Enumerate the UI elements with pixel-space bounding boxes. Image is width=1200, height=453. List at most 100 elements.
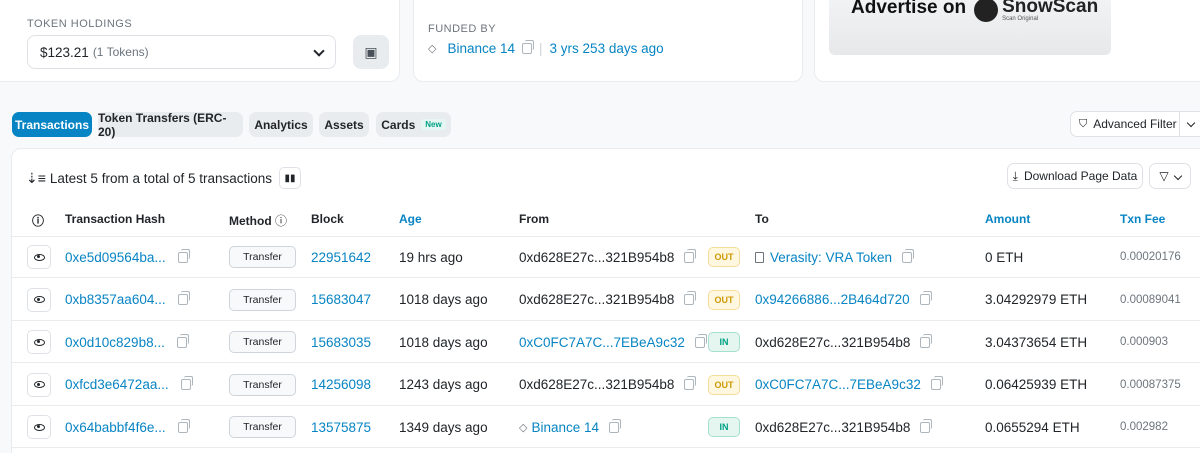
table-row: 0xe5d09564ba... Transfer 22951642 19 hrs ag… [12, 236, 1200, 278]
multichain-portfolio-button[interactable]: ▣ [353, 35, 389, 69]
contract-icon [755, 251, 764, 263]
copy-icon[interactable] [684, 291, 697, 305]
from-address[interactable]: Binance 14 [531, 420, 599, 435]
binance-icon: ◇ [428, 43, 437, 55]
chevron-down-icon [313, 45, 325, 57]
view-details-button[interactable] [27, 245, 51, 269]
copy-icon[interactable] [902, 248, 915, 263]
help-icon[interactable]: ⓘ [275, 214, 287, 228]
table-row: 0xfcd3e6472aa... Transfer 14256098 1243 day… [12, 364, 1200, 406]
tx-hash-link[interactable]: 0xfcd3e6472aa... [65, 377, 169, 392]
header-txn-fee[interactable]: Txn Fee [1120, 212, 1165, 226]
age-value: 1018 days ago [399, 334, 488, 350]
view-details-button[interactable] [27, 372, 51, 397]
copy-icon[interactable] [176, 333, 189, 348]
copy-icon[interactable] [919, 291, 932, 305]
eye-icon [33, 423, 45, 431]
eye-icon [33, 338, 45, 346]
tx-hash-link[interactable]: 0xe5d09564ba... [65, 250, 166, 265]
to-address[interactable]: 0x94266886...2B464d720 [755, 292, 910, 307]
download-label: Download Page Data [1023, 169, 1138, 183]
copy-icon[interactable] [694, 333, 707, 348]
filter-button[interactable]: ▽ [1149, 163, 1191, 189]
header-amount[interactable]: Amount [985, 212, 1030, 226]
funded-by-age-link[interactable]: 3 yrs 253 days ago [550, 41, 664, 56]
tab-cards[interactable]: Cards New [376, 112, 451, 137]
amount-value: 3.04373654 ETH [985, 334, 1088, 350]
amount-value: 0 ETH [985, 249, 1024, 265]
age-value: 1243 days ago [399, 377, 488, 392]
header-age[interactable]: Age [399, 212, 422, 226]
to-address: 0xd628E27c...321B954b8 [755, 419, 911, 435]
copy-icon[interactable] [177, 248, 190, 263]
tx-hash-link[interactable]: 0x64babbf4f6e... [65, 420, 166, 435]
token-holdings-dropdown[interactable]: $123.21 (1 Tokens) [27, 35, 336, 69]
eye-icon [33, 381, 45, 388]
view-details-button[interactable] [27, 287, 51, 312]
tab-assets[interactable]: Assets [319, 112, 369, 137]
from-address: 0xd628E27c...321B954b8 [519, 292, 675, 307]
eye-icon [33, 296, 45, 303]
eye-icon [33, 253, 45, 261]
token-holdings-value: $123.21 [40, 44, 89, 60]
new-badge: New [421, 119, 446, 130]
tab-transactions[interactable]: Transactions [12, 112, 92, 137]
to-address[interactable]: 0xC0FC7A7C...7EBeA9c32 [755, 377, 921, 392]
txn-fee-value: 0.00087375 [1120, 378, 1181, 391]
amount-value: 0.06425939 ETH [985, 377, 1088, 392]
summary-text: Latest 5 from a total of 5 transactions [49, 170, 273, 186]
copy-icon[interactable] [930, 376, 943, 390]
age-value: 19 hrs ago [399, 249, 463, 265]
token-holdings-label: TOKEN HOLDINGS [27, 18, 133, 30]
to-address[interactable]: Verasity: VRA Token [770, 250, 892, 265]
ad-text: Advertise on [851, 0, 967, 18]
tx-hash-link[interactable]: 0x0d10c829b8... [65, 335, 165, 350]
table-row: 0x0d10c829b8... Transfer 15683035 1018 days… [12, 321, 1200, 363]
help-icon[interactable]: ⓘ [32, 212, 44, 229]
copy-icon[interactable] [920, 333, 933, 348]
header-from: From [519, 212, 549, 226]
txn-fee-value: 0.002982 [1120, 421, 1168, 433]
method-badge: Transfer [229, 288, 296, 311]
advanced-filter-label: Advanced Filter [1093, 117, 1177, 131]
chevron-down-icon[interactable] [1186, 118, 1196, 128]
copy-icon[interactable] [522, 40, 535, 54]
copy-icon[interactable] [177, 291, 190, 305]
view-details-button[interactable] [27, 415, 51, 439]
tab-analytics[interactable]: Analytics [249, 112, 313, 137]
download-icon: ⤓ [1012, 168, 1018, 183]
copy-icon[interactable] [177, 418, 190, 433]
sort-icon: ⇣≡ [26, 169, 46, 186]
block-link[interactable]: 14256098 [311, 377, 371, 392]
direction-badge: OUT [708, 289, 740, 310]
method-badge: Transfer [229, 373, 296, 396]
copy-icon[interactable] [609, 418, 622, 433]
block-link[interactable]: 15683047 [311, 292, 371, 307]
binance-icon: ◇ [519, 421, 528, 434]
copy-icon[interactable] [920, 418, 933, 433]
block-link[interactable]: 15683035 [311, 335, 371, 350]
advanced-filter-button[interactable]: ⛉ Advanced Filter [1070, 111, 1200, 137]
ad-banner[interactable]: Advertise on SnowScan Scan Original [829, 0, 1111, 55]
view-details-button[interactable] [27, 330, 51, 354]
snowscan-logo-icon [974, 0, 999, 22]
advanced-filter-icon: ⛉ [1079, 117, 1088, 130]
from-address[interactable]: 0xC0FC7A7C...7EBeA9c32 [519, 335, 685, 350]
copy-icon[interactable] [684, 376, 697, 390]
method-badge: Transfer [229, 331, 296, 353]
copy-icon[interactable] [684, 248, 697, 263]
txn-fee-value: 0.00089041 [1120, 293, 1181, 306]
tx-hash-link[interactable]: 0xb8357aa604... [65, 292, 166, 307]
funded-by-source-link[interactable]: Binance 14 [447, 41, 515, 56]
chart-icon[interactable]: ▮▮ [279, 167, 302, 189]
header-transaction-hash: Transaction Hash [65, 212, 166, 226]
tab-token-transfers[interactable]: Token Transfers (ERC-20) [98, 111, 243, 139]
from-address: 0xd628E27c...321B954b8 [519, 249, 675, 265]
ad-card: Advertise on SnowScan Scan Original [814, 0, 1200, 82]
direction-badge: IN [708, 332, 740, 352]
download-page-data-button[interactable]: ⤓ Download Page Data [1007, 163, 1143, 189]
block-link[interactable]: 22951642 [311, 250, 371, 265]
block-link[interactable]: 13575875 [311, 420, 371, 435]
transactions-table-card: ⇣≡ Latest 5 from a total of 5 transactio… [11, 148, 1200, 453]
copy-icon[interactable] [180, 376, 193, 390]
